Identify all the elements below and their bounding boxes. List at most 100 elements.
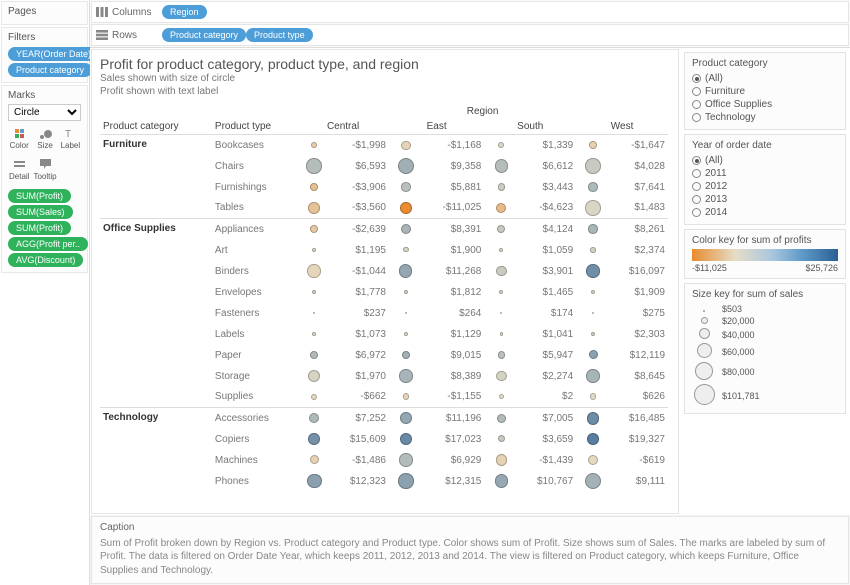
mark-circle[interactable] [310, 455, 319, 464]
mark-circle[interactable] [496, 203, 506, 213]
mark-pill[interactable]: SUM(Sales) [8, 205, 73, 219]
mark-circle[interactable] [498, 351, 506, 359]
filter-pill[interactable]: Product category [8, 63, 92, 77]
mark-circle[interactable] [496, 266, 507, 277]
pages-shelf[interactable]: Pages [1, 1, 88, 25]
mark-circle[interactable] [401, 224, 411, 234]
mark-circle[interactable] [588, 224, 598, 234]
filter-option[interactable]: 2011 [692, 167, 838, 180]
filter-option[interactable]: (All) [692, 154, 838, 167]
mark-circle[interactable] [311, 394, 317, 400]
mark-circle[interactable] [310, 351, 318, 359]
mark-circle[interactable] [585, 473, 601, 489]
mark-tooltip-button[interactable]: Tooltip [32, 155, 57, 184]
product-category-filter[interactable]: Product category (All)FurnitureOffice Su… [684, 52, 846, 130]
mark-circle[interactable] [400, 433, 413, 446]
mark-circle[interactable] [495, 474, 508, 487]
mark-circle[interactable] [499, 394, 504, 399]
mark-circle[interactable] [591, 332, 595, 336]
mark-circle[interactable] [497, 414, 506, 423]
mark-circle[interactable] [592, 312, 594, 314]
shelf-pill[interactable]: Region [162, 5, 207, 19]
mark-circle[interactable] [399, 369, 412, 382]
mark-circle[interactable] [495, 159, 508, 172]
mark-pill[interactable]: SUM(Profit) [8, 221, 71, 235]
mark-circle[interactable] [310, 225, 318, 233]
mark-label-button[interactable]: TLabel [60, 124, 82, 153]
mark-circle[interactable] [587, 433, 600, 446]
mark-color-button[interactable]: Color [8, 124, 30, 153]
mark-circle[interactable] [307, 474, 322, 489]
mark-circle[interactable] [311, 142, 318, 149]
mark-circle[interactable] [589, 141, 597, 149]
mark-circle[interactable] [312, 290, 316, 294]
mark-circle[interactable] [499, 248, 503, 252]
mark-pill[interactable]: AVG(Discount) [8, 253, 83, 267]
mark-pill[interactable]: SUM(Profit) [8, 189, 71, 203]
mark-circle[interactable] [496, 454, 508, 466]
mark-circle[interactable] [405, 312, 407, 314]
mark-circle[interactable] [307, 264, 320, 277]
mark-circle[interactable] [400, 412, 412, 424]
mark-circle[interactable] [312, 248, 317, 253]
mark-circle[interactable] [400, 202, 412, 214]
mark-circle[interactable] [585, 158, 601, 174]
shelf-pill[interactable]: Product category [162, 28, 246, 42]
profit-label: $174 [518, 303, 576, 324]
mark-circle[interactable] [403, 247, 408, 252]
mark-circle[interactable] [498, 142, 504, 148]
mark-circle[interactable] [310, 183, 318, 191]
mark-circle[interactable] [500, 332, 504, 336]
mark-circle[interactable] [588, 455, 598, 465]
filters-shelf[interactable]: Filters YEAR(Order Date)Product category [1, 27, 88, 83]
filter-option[interactable]: 2013 [692, 193, 838, 206]
mark-circle[interactable] [312, 332, 316, 336]
mark-circle[interactable] [404, 290, 408, 294]
mark-detail-button[interactable]: Detail [8, 155, 30, 184]
filter-option[interactable]: (All) [692, 72, 838, 85]
mark-circle[interactable] [309, 413, 319, 423]
mark-circle[interactable] [586, 264, 599, 277]
mark-circle[interactable] [496, 371, 507, 382]
columns-shelf[interactable]: Columns Region [91, 1, 849, 23]
mark-circle[interactable] [587, 412, 600, 425]
mark-circle[interactable] [399, 453, 412, 466]
mark-circle[interactable] [591, 290, 595, 294]
mark-circle[interactable] [398, 473, 414, 489]
filter-option[interactable]: Furniture [692, 85, 838, 98]
mark-circle[interactable] [308, 433, 320, 445]
mark-circle[interactable] [313, 312, 315, 314]
mark-circle[interactable] [402, 351, 411, 360]
mark-circle[interactable] [499, 290, 503, 294]
mark-circle[interactable] [401, 182, 411, 192]
year-filter[interactable]: Year of order date (All)2011201220132014 [684, 134, 846, 225]
mark-circle[interactable] [498, 435, 505, 442]
mark-circle[interactable] [308, 202, 320, 214]
mark-circle[interactable] [497, 225, 505, 233]
rows-shelf[interactable]: Rows Product categoryProduct type [91, 24, 849, 46]
marks-shape-select[interactable]: Circle [8, 104, 81, 121]
mark-size-button[interactable]: Size [32, 124, 57, 153]
mark-circle[interactable] [399, 264, 412, 277]
mark-circle[interactable] [404, 332, 408, 336]
mark-circle[interactable] [500, 312, 502, 314]
filter-option[interactable]: Technology [692, 111, 838, 124]
filter-option[interactable]: 2012 [692, 180, 838, 193]
filter-option[interactable]: Office Supplies [692, 98, 838, 111]
mark-circle[interactable] [398, 158, 415, 175]
shelf-pill[interactable]: Product type [246, 28, 313, 42]
mark-circle[interactable] [589, 350, 598, 359]
mark-circle[interactable] [403, 393, 409, 399]
mark-circle[interactable] [585, 200, 601, 216]
mark-circle[interactable] [498, 183, 506, 191]
mark-pill[interactable]: AGG(Profit per.. [8, 237, 88, 251]
mark-circle[interactable] [588, 182, 598, 192]
mark-circle[interactable] [306, 158, 322, 174]
mark-circle[interactable] [308, 370, 320, 382]
mark-circle[interactable] [590, 247, 596, 253]
filter-option[interactable]: 2014 [692, 206, 838, 219]
mark-circle[interactable] [590, 393, 597, 400]
filter-pill[interactable]: YEAR(Order Date) [8, 47, 99, 61]
mark-circle[interactable] [586, 369, 599, 382]
mark-circle[interactable] [401, 141, 410, 150]
